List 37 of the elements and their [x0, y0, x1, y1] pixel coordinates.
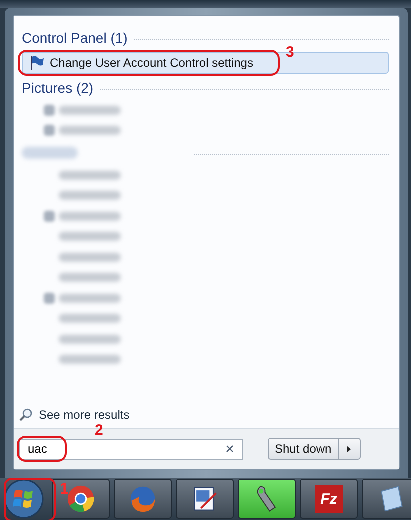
taskbar-button[interactable]: Fz [300, 479, 358, 519]
search-icon [19, 408, 33, 422]
blurred-icon [44, 125, 55, 136]
shut-down-button[interactable]: Shut down [268, 438, 339, 460]
blurred-icon [44, 104, 55, 116]
taskbar-button[interactable] [362, 479, 411, 519]
blurred-heading [22, 147, 78, 159]
blurred-icon [44, 210, 55, 222]
taskbar-button[interactable] [238, 479, 296, 519]
start-button[interactable] [4, 479, 44, 519]
blurred-text [59, 273, 121, 282]
flag-icon [29, 55, 45, 71]
blurred-text [59, 126, 121, 136]
annotation-number: 1 [60, 481, 69, 499]
section-heading: Control Panel (1) [22, 30, 128, 46]
annotation-number: 2 [95, 422, 104, 438]
taskbar-button[interactable] [52, 479, 110, 519]
search-field[interactable]: uac [19, 438, 243, 460]
clear-icon[interactable] [226, 445, 234, 453]
blurred-text [59, 170, 121, 180]
blurred-text [59, 355, 121, 364]
blurred-text [59, 191, 121, 200]
taskbar-button[interactable] [176, 479, 234, 519]
blurred-text [59, 252, 121, 262]
globe-fox-icon [128, 484, 158, 514]
blurred-text [59, 294, 121, 303]
annotation-outline [17, 436, 67, 462]
shut-down-options-button[interactable] [338, 438, 361, 460]
caret-icon [347, 446, 352, 452]
blurred-icon [44, 292, 55, 304]
blurred-text [59, 232, 121, 242]
filezilla-icon: Fz [315, 485, 343, 513]
section-heading: Pictures (2) [22, 80, 94, 96]
blurred-text [59, 212, 121, 221]
blurred-text [59, 106, 121, 115]
blurred-text [59, 334, 121, 344]
blurred-text [59, 314, 121, 324]
